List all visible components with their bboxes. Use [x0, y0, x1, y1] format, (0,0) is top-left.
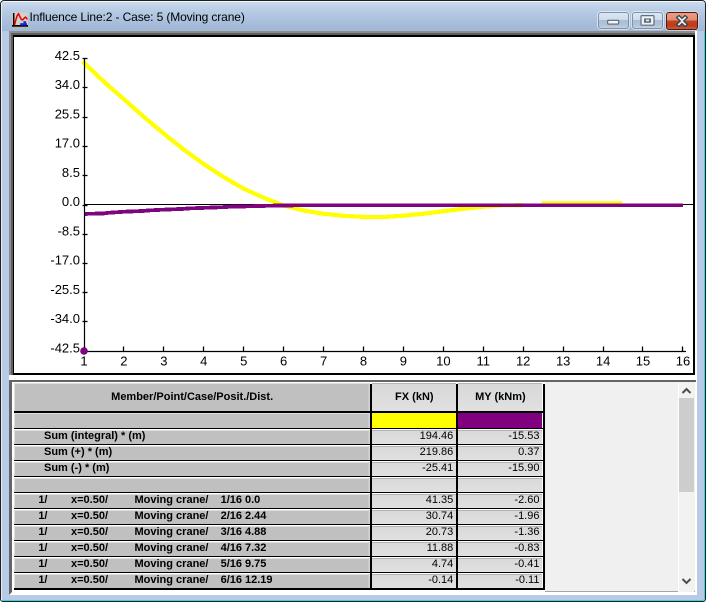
svg-text:14: 14 [596, 354, 610, 369]
svg-text:-25.5: -25.5 [50, 282, 80, 297]
svg-text:16: 16 [676, 354, 690, 369]
svg-text:-42.5: -42.5 [50, 340, 80, 355]
svg-text:42.5: 42.5 [55, 48, 80, 63]
svg-text:5: 5 [240, 354, 247, 369]
svg-text:7: 7 [320, 354, 327, 369]
svg-text:2: 2 [120, 354, 127, 369]
svg-text:4: 4 [200, 354, 207, 369]
svg-text:6: 6 [280, 354, 287, 369]
svg-text:-34.0: -34.0 [50, 311, 80, 326]
svg-text:12: 12 [516, 354, 530, 369]
svg-text:15: 15 [636, 354, 650, 369]
svg-text:8.5: 8.5 [62, 165, 80, 180]
svg-text:13: 13 [556, 354, 570, 369]
svg-text:3: 3 [160, 354, 167, 369]
svg-text:11: 11 [477, 354, 491, 369]
svg-text:0.0: 0.0 [62, 194, 80, 209]
svg-text:17.0: 17.0 [55, 136, 80, 151]
svg-text:-8.5: -8.5 [58, 223, 80, 238]
svg-text:8: 8 [360, 354, 367, 369]
svg-text:34.0: 34.0 [55, 77, 80, 92]
svg-text:1: 1 [80, 354, 87, 369]
svg-text:10: 10 [436, 354, 450, 369]
svg-text:-17.0: -17.0 [50, 253, 80, 268]
svg-text:25.5: 25.5 [55, 107, 80, 122]
svg-text:9: 9 [400, 354, 407, 369]
